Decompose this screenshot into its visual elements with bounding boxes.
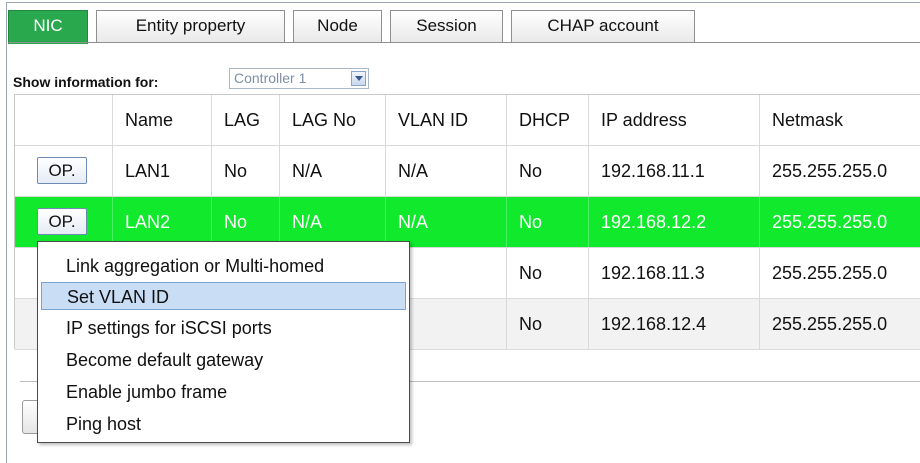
netmask-cell: 255.255.255.0	[760, 146, 920, 196]
tab-nic[interactable]: NIC	[8, 10, 88, 44]
op-context-menu: Link aggregation or Multi-homed Set VLAN…	[37, 241, 410, 443]
lag-cell: No	[212, 146, 280, 196]
header-lag-no[interactable]: LAG No	[280, 95, 386, 145]
ip-address-cell: 192.168.12.2	[589, 197, 760, 247]
header-ip-address[interactable]: IP address	[589, 95, 760, 145]
name-cell: LAN2	[113, 197, 212, 247]
ip-address-cell: 192.168.12.4	[589, 299, 760, 349]
tab-bar: NIC Entity property Node Session CHAP ac…	[8, 10, 920, 44]
header-op	[15, 95, 113, 145]
netmask-cell: 255.255.255.0	[760, 299, 920, 349]
table-row[interactable]: OP. LAN1 No N/A N/A No 192.168.11.1 255.…	[15, 146, 920, 197]
dhcp-cell: No	[507, 146, 589, 196]
tab-session[interactable]: Session	[390, 10, 503, 42]
controller-select[interactable]: Controller 1	[229, 68, 369, 89]
menu-item-ip-settings[interactable]: IP settings for iSCSI ports	[41, 314, 406, 342]
table-header-row: Name LAG LAG No VLAN ID DHCP IP address …	[15, 95, 920, 146]
header-netmask[interactable]: Netmask	[760, 95, 920, 145]
ip-address-cell: 192.168.11.3	[589, 248, 760, 298]
op-cell: OP.	[15, 146, 113, 196]
op-cell: OP.	[15, 197, 113, 247]
lag-no-cell: N/A	[280, 197, 386, 247]
filter-label: Show information for:	[13, 74, 159, 90]
header-dhcp[interactable]: DHCP	[507, 95, 589, 145]
dhcp-cell: No	[507, 197, 589, 247]
header-name[interactable]: Name	[113, 95, 212, 145]
dhcp-cell: No	[507, 299, 589, 349]
controller-select-value: Controller 1	[234, 70, 307, 86]
netmask-cell: 255.255.255.0	[760, 248, 920, 298]
tab-entity-property[interactable]: Entity property	[96, 10, 285, 42]
menu-item-link-aggregation[interactable]: Link aggregation or Multi-homed	[41, 252, 406, 280]
tab-divider	[8, 42, 920, 43]
header-lag[interactable]: LAG	[212, 95, 280, 145]
op-button[interactable]: OP.	[37, 208, 87, 235]
header-vlan-id[interactable]: VLAN ID	[386, 95, 507, 145]
vlan-id-cell: N/A	[386, 197, 507, 247]
menu-item-ping-host[interactable]: Ping host	[41, 410, 406, 438]
lag-cell: No	[212, 197, 280, 247]
menu-item-default-gateway[interactable]: Become default gateway	[41, 346, 406, 374]
netmask-cell: 255.255.255.0	[760, 197, 920, 247]
menu-item-jumbo-frame[interactable]: Enable jumbo frame	[41, 378, 406, 406]
name-cell: LAN1	[113, 146, 212, 196]
tab-chap-account[interactable]: CHAP account	[511, 10, 695, 42]
dhcp-cell: No	[507, 248, 589, 298]
ip-address-cell: 192.168.11.1	[589, 146, 760, 196]
vlan-id-cell: N/A	[386, 146, 507, 196]
op-button[interactable]: OP.	[37, 157, 87, 184]
lag-no-cell: N/A	[280, 146, 386, 196]
chevron-down-icon[interactable]	[351, 71, 366, 86]
menu-item-set-vlan-id[interactable]: Set VLAN ID	[41, 282, 406, 310]
tab-node[interactable]: Node	[293, 10, 382, 42]
